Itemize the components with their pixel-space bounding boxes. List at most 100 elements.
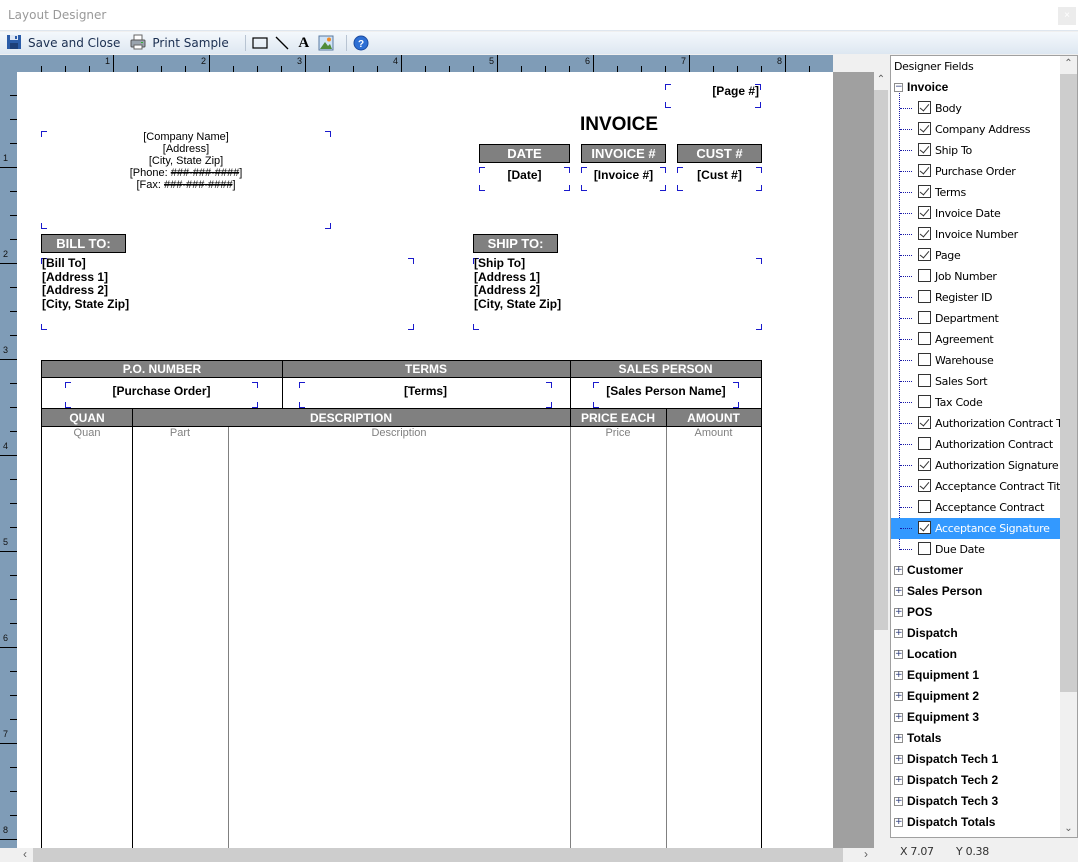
- rectangle-tool-button[interactable]: [252, 35, 268, 51]
- expand-icon[interactable]: +: [894, 692, 903, 701]
- invoice-number-header[interactable]: INVOICE #: [581, 144, 666, 163]
- tree-item-agreement[interactable]: Agreement: [891, 329, 1061, 350]
- tree-item-purchase-order[interactable]: Purchase Order: [891, 161, 1061, 182]
- invoice-page[interactable]: [Page #] INVOICE [Company Name] [Address…: [17, 72, 833, 848]
- checkbox-checked[interactable]: [918, 164, 931, 177]
- checkbox-checked[interactable]: [918, 416, 931, 429]
- checkbox-checked[interactable]: [918, 122, 931, 135]
- tree-item-register-id[interactable]: Register ID: [891, 287, 1061, 308]
- tree-item-authorization-signature[interactable]: Authorization Signature: [891, 455, 1061, 476]
- image-tool-button[interactable]: [318, 35, 334, 51]
- checkbox-checked[interactable]: [918, 521, 931, 534]
- close-button[interactable]: ×: [1058, 7, 1076, 25]
- canvas-vertical-scrollbar[interactable]: ⌃: [874, 72, 888, 848]
- expand-icon[interactable]: +: [894, 566, 903, 575]
- expand-icon[interactable]: +: [894, 650, 903, 659]
- canvas-vscroll-thumb[interactable]: [874, 90, 888, 630]
- checkbox-checked[interactable]: [918, 227, 931, 240]
- checkbox-unchecked[interactable]: [918, 311, 931, 324]
- checkbox-unchecked[interactable]: [918, 437, 931, 450]
- checkbox-unchecked[interactable]: [918, 542, 931, 555]
- tree-group-dispatch-totals[interactable]: + Dispatch Totals: [891, 812, 1061, 833]
- tree-item-department[interactable]: Department: [891, 308, 1061, 329]
- print-sample-button[interactable]: Print Sample: [130, 34, 229, 53]
- expand-icon[interactable]: +: [894, 671, 903, 680]
- quan-column[interactable]: Quan: [42, 427, 132, 439]
- tree-item-page[interactable]: Page: [891, 245, 1061, 266]
- expand-icon[interactable]: +: [894, 608, 903, 617]
- tree-group-invoice[interactable]: − Invoice: [891, 77, 1061, 98]
- tree-group-dispatch-tech-2[interactable]: + Dispatch Tech 2: [891, 770, 1061, 791]
- tree-item-due-date[interactable]: Due Date: [891, 539, 1061, 560]
- tree-item-authorization-contract-title[interactable]: Authorization Contract Title: [891, 413, 1061, 434]
- tree-item-warehouse[interactable]: Warehouse: [891, 350, 1061, 371]
- terms-field[interactable]: [Terms]: [299, 382, 552, 408]
- checkbox-unchecked[interactable]: [918, 269, 931, 282]
- expand-icon[interactable]: +: [894, 713, 903, 722]
- sales-person-field[interactable]: [Sales Person Name]: [593, 382, 739, 408]
- checkbox-unchecked[interactable]: [918, 332, 931, 345]
- designer-fields-scrollbar[interactable]: ⌃ ⌄: [1060, 56, 1077, 837]
- scroll-left-icon[interactable]: ‹: [17, 848, 33, 862]
- expand-icon[interactable]: +: [894, 587, 903, 596]
- collapse-icon[interactable]: −: [894, 83, 903, 92]
- line-tool-button[interactable]: [274, 35, 290, 51]
- checkbox-unchecked[interactable]: [918, 500, 931, 513]
- invoice-number-field[interactable]: [Invoice #]: [581, 167, 666, 191]
- scroll-up-icon[interactable]: ⌃: [1060, 56, 1077, 72]
- tree-group-equipment-2[interactable]: + Equipment 2: [891, 686, 1061, 707]
- bill-to-field[interactable]: [Bill To] [Address 1] [Address 2] [City,…: [41, 256, 414, 330]
- checkbox-unchecked[interactable]: [918, 374, 931, 387]
- page-number-field[interactable]: [Page #]: [665, 84, 761, 108]
- scroll-right-icon[interactable]: ›: [858, 848, 874, 862]
- checkbox-checked[interactable]: [918, 185, 931, 198]
- canvas-horizontal-scrollbar[interactable]: ‹ ›: [17, 848, 874, 862]
- expand-icon[interactable]: +: [894, 776, 903, 785]
- canvas-hscroll-thumb[interactable]: [33, 848, 843, 862]
- ship-to-field[interactable]: [Ship To] [Address 1] [Address 2] [City,…: [473, 256, 762, 330]
- tree-item-company-address[interactable]: Company Address: [891, 119, 1061, 140]
- help-button[interactable]: ?: [353, 35, 369, 51]
- tree-group-dispatch[interactable]: + Dispatch: [891, 623, 1061, 644]
- tree-group-sales-person[interactable]: + Sales Person: [891, 581, 1061, 602]
- checkbox-checked[interactable]: [918, 458, 931, 471]
- bill-to-header[interactable]: BILL TO:: [41, 234, 126, 253]
- ship-to-header[interactable]: SHIP TO:: [473, 234, 558, 253]
- scroll-down-icon[interactable]: ⌄: [1060, 821, 1077, 837]
- expand-icon[interactable]: +: [894, 629, 903, 638]
- text-tool-button[interactable]: A: [296, 35, 312, 51]
- tree-item-authorization-contract[interactable]: Authorization Contract: [891, 434, 1061, 455]
- invoice-title[interactable]: INVOICE: [557, 114, 681, 136]
- tree-group-equipment-3[interactable]: + Equipment 3: [891, 707, 1061, 728]
- cust-number-field[interactable]: [Cust #]: [677, 167, 762, 191]
- checkbox-unchecked[interactable]: [918, 353, 931, 366]
- tree-item-terms[interactable]: Terms: [891, 182, 1061, 203]
- tree-item-invoice-date[interactable]: Invoice Date: [891, 203, 1061, 224]
- expand-icon[interactable]: +: [894, 818, 903, 827]
- tree-group-totals[interactable]: + Totals: [891, 728, 1061, 749]
- tree-group-dispatch-tech-1[interactable]: + Dispatch Tech 1: [891, 749, 1061, 770]
- tree-item-acceptance-contract[interactable]: Acceptance Contract: [891, 497, 1061, 518]
- price-column[interactable]: Price: [570, 427, 666, 439]
- part-column[interactable]: Part: [132, 427, 228, 439]
- expand-icon[interactable]: +: [894, 797, 903, 806]
- tree-group-equipment-1[interactable]: + Equipment 1: [891, 665, 1061, 686]
- scroll-up-icon[interactable]: ⌃: [874, 72, 888, 88]
- cust-number-header[interactable]: CUST #: [677, 144, 762, 163]
- date-field[interactable]: [Date]: [479, 167, 570, 191]
- checkbox-checked[interactable]: [918, 479, 931, 492]
- description-column[interactable]: Description: [228, 427, 570, 439]
- date-header[interactable]: DATE: [479, 144, 570, 163]
- design-canvas[interactable]: [Page #] INVOICE [Company Name] [Address…: [17, 72, 874, 848]
- expand-icon[interactable]: +: [894, 755, 903, 764]
- tree-item-acceptance-contract-title[interactable]: Acceptance Contract Title: [891, 476, 1061, 497]
- tree-item-acceptance-signature[interactable]: Acceptance Signature: [891, 518, 1061, 539]
- tree-item-invoice-number[interactable]: Invoice Number: [891, 224, 1061, 245]
- checkbox-checked[interactable]: [918, 143, 931, 156]
- purchase-order-field[interactable]: [Purchase Order]: [65, 382, 258, 408]
- checkbox-unchecked[interactable]: [918, 395, 931, 408]
- tree-group-pos[interactable]: + POS: [891, 602, 1061, 623]
- tree-item-tax-code[interactable]: Tax Code: [891, 392, 1061, 413]
- company-address-field[interactable]: [Company Name] [Address] [City, State Zi…: [41, 131, 331, 229]
- tree-group-dispatch-tech-3[interactable]: + Dispatch Tech 3: [891, 791, 1061, 812]
